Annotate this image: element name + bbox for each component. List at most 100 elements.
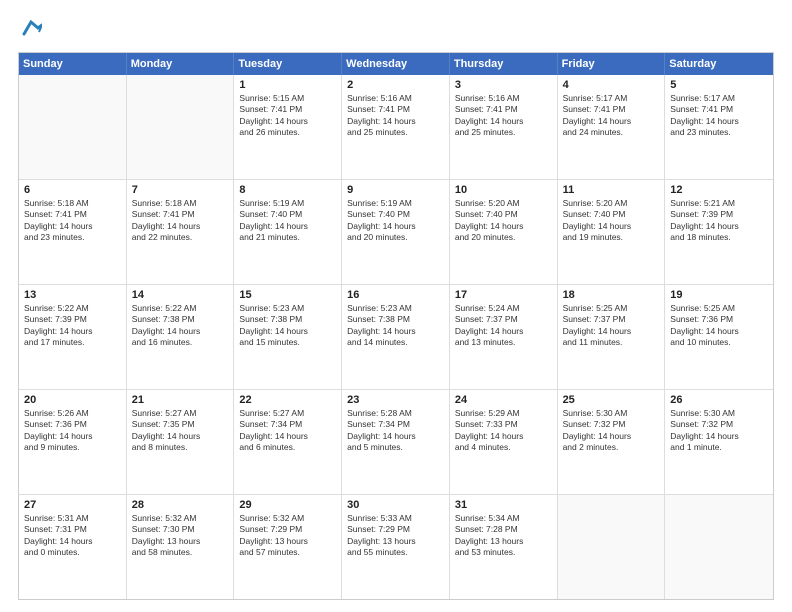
cell-info-line: Sunset: 7:41 PM [563,104,660,115]
cell-info-line: and 13 minutes. [455,337,552,348]
cell-info-line: and 1 minute. [670,442,768,453]
cell-info-line: Sunrise: 5:18 AM [132,198,229,209]
cell-info-line: Sunset: 7:39 PM [24,314,121,325]
cell-info-line: Daylight: 14 hours [347,326,444,337]
calendar-cell: 4Sunrise: 5:17 AMSunset: 7:41 PMDaylight… [558,75,666,179]
cell-info-line: Sunrise: 5:22 AM [132,303,229,314]
cell-info-line: Sunset: 7:40 PM [239,209,336,220]
calendar-cell: 31Sunrise: 5:34 AMSunset: 7:28 PMDayligh… [450,495,558,599]
day-number: 10 [455,184,552,196]
cell-info-line: and 24 minutes. [563,127,660,138]
cell-info-line: Sunrise: 5:20 AM [563,198,660,209]
cell-info-line: Sunset: 7:41 PM [24,209,121,220]
day-number: 26 [670,394,768,406]
calendar-cell: 5 Sunrise: 5:17 AMSunset: 7:41 PMDaylight… [665,75,773,179]
cell-info-line: Sunset: 7:40 PM [455,209,552,220]
cell-info-line: Sunset: 7:34 PM [347,419,444,430]
day-number: 14 [132,289,229,301]
cell-info-line: and 14 minutes. [347,337,444,348]
day-number: 8 [239,184,336,196]
cell-info-line: Sunset: 7:41 PM [132,209,229,220]
calendar-cell: 18Sunrise: 5:25 AMSunset: 7:37 PMDayligh… [558,285,666,389]
cell-info-line: and 19 minutes. [563,232,660,243]
cell-info-line: Sunset: 7:34 PM [239,419,336,430]
cell-info-line: Daylight: 14 hours [670,221,768,232]
header-day-tuesday: Tuesday [234,53,342,75]
cell-info-line: Sunset: 7:35 PM [132,419,229,430]
header [18,18,774,42]
cell-info-line: and 16 minutes. [132,337,229,348]
cell-info-line: Sunrise: 5:23 AM [347,303,444,314]
cell-info-line: Sunrise: 5:29 AM [455,408,552,419]
calendar-cell: 12Sunrise: 5:21 AMSunset: 7:39 PMDayligh… [665,180,773,284]
cell-info-line: Daylight: 14 hours [670,326,768,337]
cell-info-line: Daylight: 14 hours [670,431,768,442]
cell-info-line: and 25 minutes. [347,127,444,138]
cell-info-line: Daylight: 13 hours [347,536,444,547]
cell-info-line: Sunrise: 5:25 AM [563,303,660,314]
calendar-cell: 21Sunrise: 5:27 AMSunset: 7:35 PMDayligh… [127,390,235,494]
day-number: 18 [563,289,660,301]
day-number: 17 [455,289,552,301]
cell-info-line: Sunrise: 5:22 AM [24,303,121,314]
cell-info-line: and 20 minutes. [455,232,552,243]
cell-info-line: Sunrise: 5:31 AM [24,513,121,524]
cell-info-line: Daylight: 14 hours [132,221,229,232]
calendar-cell: 30Sunrise: 5:33 AMSunset: 7:29 PMDayligh… [342,495,450,599]
day-number: 31 [455,499,552,511]
cell-info-line: Sunrise: 5:17 AM [670,93,768,104]
cell-info-line: Sunrise: 5:32 AM [132,513,229,524]
cell-info-line: Sunrise: 5:32 AM [239,513,336,524]
cell-info-line: Sunset: 7:32 PM [563,419,660,430]
calendar-cell: 24Sunrise: 5:29 AMSunset: 7:33 PMDayligh… [450,390,558,494]
cell-info-line: Sunset: 7:41 PM [239,104,336,115]
cell-info-line: Daylight: 14 hours [239,431,336,442]
cell-info-line: Daylight: 14 hours [455,116,552,127]
cell-info-line: Daylight: 14 hours [670,116,768,127]
cell-info-line: Sunrise: 5:19 AM [347,198,444,209]
cell-info-line: Sunrise: 5:30 AM [670,408,768,419]
cell-info-line: Sunset: 7:29 PM [347,524,444,535]
calendar-cell: 2Sunrise: 5:16 AMSunset: 7:41 PMDaylight… [342,75,450,179]
cell-info-line: and 0 minutes. [24,547,121,558]
cell-info-line: Sunset: 7:41 PM [670,104,768,115]
cell-info-line: Daylight: 13 hours [132,536,229,547]
day-number: 5 [670,79,768,91]
day-number: 27 [24,499,121,511]
cell-info-line: Sunrise: 5:16 AM [347,93,444,104]
calendar-cell: 28Sunrise: 5:32 AMSunset: 7:30 PMDayligh… [127,495,235,599]
cell-info-line: Sunrise: 5:27 AM [132,408,229,419]
cell-info-line: Daylight: 14 hours [455,326,552,337]
day-number: 6 [24,184,121,196]
cell-info-line: Daylight: 14 hours [563,431,660,442]
day-number: 29 [239,499,336,511]
cell-info-line: Sunrise: 5:18 AM [24,198,121,209]
calendar-cell: 17Sunrise: 5:24 AMSunset: 7:37 PMDayligh… [450,285,558,389]
day-number: 16 [347,289,444,301]
calendar-cell: 1Sunrise: 5:15 AMSunset: 7:41 PMDaylight… [234,75,342,179]
cell-info-line: and 17 minutes. [24,337,121,348]
page: SundayMondayTuesdayWednesdayThursdayFrid… [0,0,792,612]
calendar-cell: 10Sunrise: 5:20 AMSunset: 7:40 PMDayligh… [450,180,558,284]
cell-info-line: and 26 minutes. [239,127,336,138]
day-number: 20 [24,394,121,406]
cell-info-line: Daylight: 14 hours [239,116,336,127]
day-number: 24 [455,394,552,406]
cell-info-line: Sunset: 7:40 PM [347,209,444,220]
calendar-cell: 29Sunrise: 5:32 AMSunset: 7:29 PMDayligh… [234,495,342,599]
cell-info-line: Daylight: 14 hours [132,326,229,337]
cell-info-line: Daylight: 14 hours [347,116,444,127]
cell-info-line: Sunset: 7:37 PM [455,314,552,325]
cell-info-line: and 58 minutes. [132,547,229,558]
calendar-cell: 27Sunrise: 5:31 AMSunset: 7:31 PMDayligh… [19,495,127,599]
calendar-cell [558,495,666,599]
cell-info-line: Sunrise: 5:27 AM [239,408,336,419]
day-number: 23 [347,394,444,406]
cell-info-line: Daylight: 14 hours [563,221,660,232]
cell-info-line: Daylight: 14 hours [239,326,336,337]
day-number: 2 [347,79,444,91]
cell-info-line: and 25 minutes. [455,127,552,138]
cell-info-line: and 8 minutes. [132,442,229,453]
cell-info-line: Daylight: 13 hours [239,536,336,547]
header-day-monday: Monday [127,53,235,75]
